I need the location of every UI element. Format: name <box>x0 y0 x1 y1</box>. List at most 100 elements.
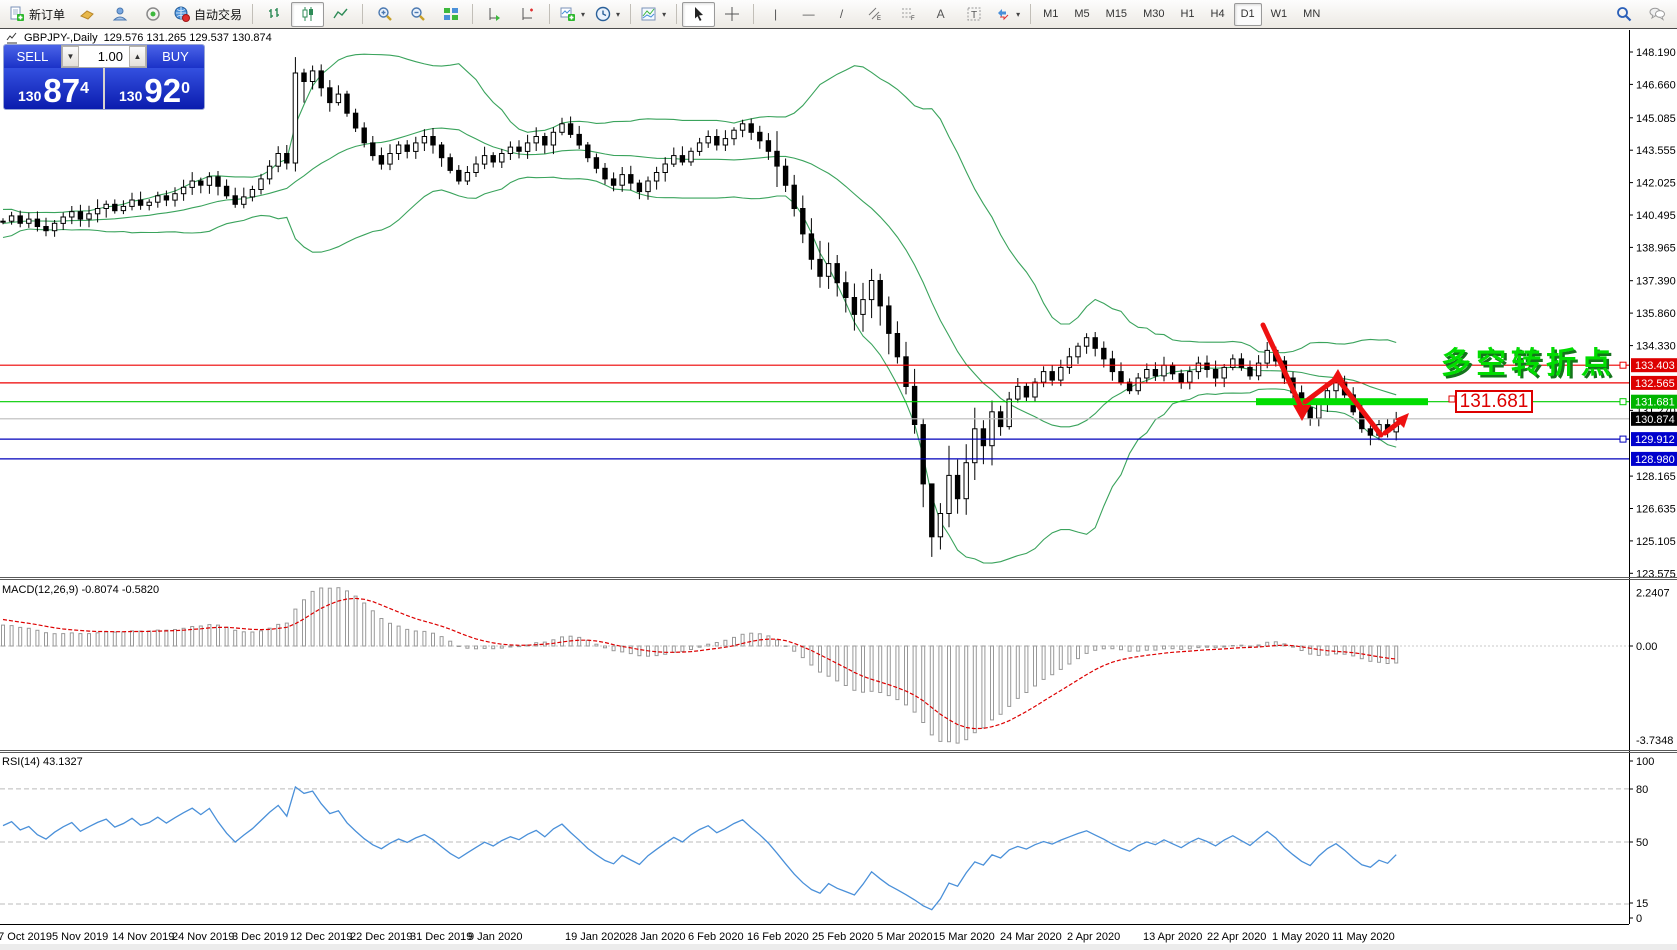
equidistant-channel-tool-button[interactable]: E <box>858 2 891 27</box>
candle <box>1307 407 1313 419</box>
timeframe-button-D1[interactable]: D1 <box>1233 2 1262 26</box>
candle <box>765 140 772 152</box>
candle <box>180 186 187 195</box>
candle <box>972 428 978 464</box>
candle <box>886 305 892 334</box>
svg-text:131.681: 131.681 <box>1635 397 1675 409</box>
candle <box>430 136 436 146</box>
volume-input[interactable] <box>79 46 129 67</box>
volume-decrease-button[interactable]: ▼ <box>62 46 79 67</box>
price-level-tag[interactable]: 131.681 <box>1455 390 1533 413</box>
chat-button[interactable] <box>1640 2 1673 27</box>
indicators-button[interactable]: ▾ <box>636 2 671 27</box>
svg-text:9 Jan 2020: 9 Jan 2020 <box>468 931 522 943</box>
candlestick-mode-button[interactable] <box>291 1 325 27</box>
candle <box>628 174 634 184</box>
level-lines[interactable] <box>0 361 1629 460</box>
timeframe-button-H1[interactable]: H1 <box>1173 3 1201 26</box>
period-selector-button[interactable]: ▾ <box>590 2 625 27</box>
candle <box>318 70 324 89</box>
alerts-button[interactable] <box>136 2 169 27</box>
candle <box>215 176 221 187</box>
crosshair-tool-button[interactable] <box>715 2 748 27</box>
timeframe-button-M30[interactable]: M30 <box>1136 3 1171 26</box>
bar-chart-icon <box>268 8 279 18</box>
candle <box>1169 364 1176 375</box>
candle <box>1221 366 1227 379</box>
cursor-tool-button[interactable] <box>682 1 716 27</box>
timeframe-button-M1[interactable]: M1 <box>1036 3 1065 26</box>
timeframe-button-W1[interactable]: W1 <box>1264 3 1295 26</box>
tile-windows-button[interactable] <box>434 2 467 27</box>
svg-text:132.565: 132.565 <box>1635 378 1675 390</box>
timeframe-button-H4[interactable]: H4 <box>1204 3 1232 26</box>
line-chart-mode-button[interactable] <box>324 2 357 27</box>
bar-chart-mode-button[interactable] <box>258 2 291 27</box>
svg-text:22 Dec 2019: 22 Dec 2019 <box>350 931 412 943</box>
candle <box>679 155 686 163</box>
horizontal-line-tool-button[interactable]: — <box>792 2 825 27</box>
vertical-line-icon: | <box>774 7 778 21</box>
sell-price-button[interactable]: 130 87 4 <box>4 68 103 109</box>
chart-shift-button[interactable] <box>511 2 544 27</box>
fibonacci-tool-button[interactable]: F <box>891 2 924 27</box>
toolbar-separator <box>753 4 755 24</box>
timeframe-button-M15[interactable]: M15 <box>1099 3 1134 26</box>
toolbar-separator <box>1030 4 1032 24</box>
auto-scroll-icon <box>489 8 500 21</box>
auto-scroll-button[interactable] <box>478 2 511 27</box>
profile-button[interactable] <box>103 2 136 27</box>
tile-windows-icon <box>443 8 458 20</box>
candle <box>189 180 195 188</box>
timeframe-button-MN[interactable]: MN <box>1296 3 1327 26</box>
candle <box>447 157 453 171</box>
chart-symbol-period: GBPJPY-,Daily <box>24 32 98 44</box>
svg-text:19 Jan 2020: 19 Jan 2020 <box>565 931 626 943</box>
new-chart-icon <box>560 7 576 21</box>
new-order-button[interactable]: 新订单 <box>4 2 70 27</box>
zoom-in-button[interactable] <box>368 2 401 27</box>
candle <box>559 123 565 133</box>
zoom-out-button[interactable] <box>401 2 434 27</box>
candle <box>894 333 901 358</box>
buy-price-button[interactable]: 130 92 0 <box>105 68 204 109</box>
trendline-tool-button[interactable]: / <box>825 2 858 27</box>
svg-text:F: F <box>911 16 915 22</box>
label-tool-icon: T <box>967 7 981 21</box>
sell-button[interactable]: SELL <box>4 45 61 68</box>
svg-text:15 Mar 2020: 15 Mar 2020 <box>933 931 995 943</box>
candle <box>275 153 281 167</box>
candle <box>232 195 238 205</box>
svg-text:134.330: 134.330 <box>1636 341 1676 353</box>
candle <box>507 146 514 155</box>
candle <box>705 136 711 144</box>
candle <box>1023 385 1030 398</box>
auto-trading-button[interactable]: 自动交易 <box>169 2 247 27</box>
chat-icon <box>1649 7 1665 21</box>
new-chart-button[interactable]: ▾ <box>555 2 590 27</box>
text-tool-button[interactable]: A <box>924 2 957 27</box>
svg-text:11 May 2020: 11 May 2020 <box>1332 931 1395 943</box>
buy-button[interactable]: BUY <box>147 45 204 68</box>
svg-text:148.190: 148.190 <box>1636 47 1676 59</box>
arrows-tool-button[interactable]: ▾ <box>990 2 1025 27</box>
history-center-button[interactable] <box>70 2 103 27</box>
volume-increase-button[interactable]: ▲ <box>129 46 146 67</box>
candle <box>851 297 858 315</box>
label-tool-button[interactable]: T <box>957 2 990 27</box>
auto-trading-label: 自动交易 <box>194 7 243 22</box>
timeframe-button-M5[interactable]: M5 <box>1067 3 1096 26</box>
chart-canvas[interactable]: 148.190 146.660 145.085 143.555 142.025 140.4… <box>0 0 1677 950</box>
vertical-line-tool-button[interactable]: | <box>759 2 792 27</box>
candle <box>1092 337 1098 349</box>
candle <box>1152 369 1159 377</box>
new-order-label: 新订单 <box>29 7 66 22</box>
candle <box>86 213 92 220</box>
search-button[interactable] <box>1607 2 1640 27</box>
chinese-annotation-text[interactable]: 多空转折点 <box>1441 338 1616 382</box>
candle <box>782 165 789 186</box>
candle <box>103 203 109 210</box>
svg-text:2.2407: 2.2407 <box>1636 588 1670 600</box>
history-icon <box>79 10 94 20</box>
candle <box>258 178 264 190</box>
